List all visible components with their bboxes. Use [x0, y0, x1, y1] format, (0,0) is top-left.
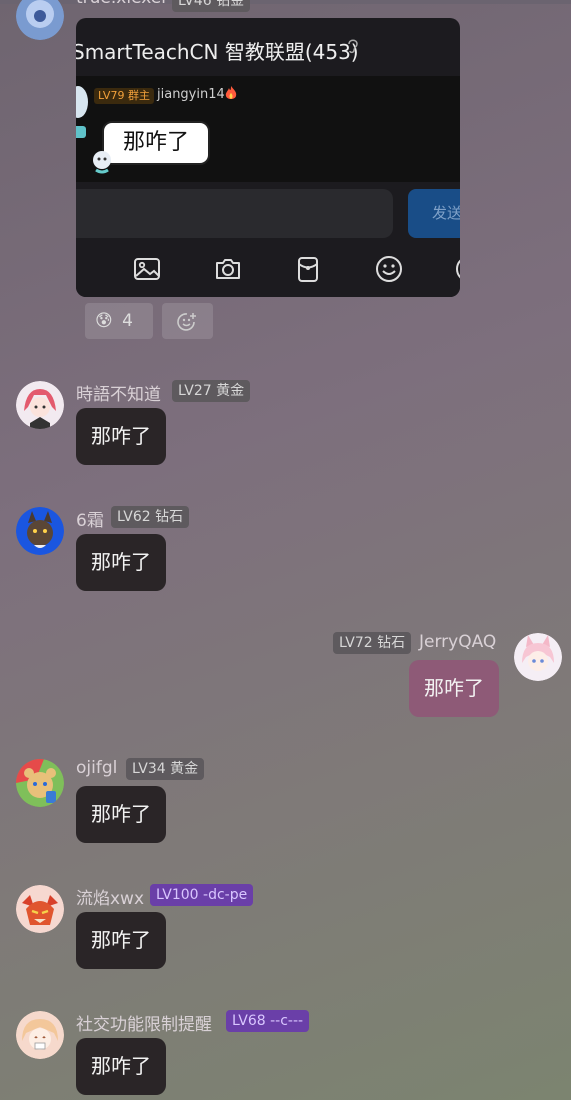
- sender-name[interactable]: 6霜: [76, 506, 104, 531]
- screenshot-send-button: 发送: [408, 189, 460, 238]
- avatar[interactable]: [16, 0, 64, 40]
- camera-icon: [213, 254, 243, 284]
- message-bubble[interactable]: 那咋了: [76, 534, 166, 591]
- reaction-count: 4: [122, 311, 133, 331]
- message-bubble[interactable]: 那咋了: [76, 786, 166, 843]
- avatar[interactable]: [514, 633, 562, 681]
- avatar[interactable]: [16, 1011, 64, 1059]
- message-bubble[interactable]: 那咋了: [76, 912, 166, 969]
- screenshot-toolbar: [76, 246, 460, 297]
- sender-name[interactable]: 流焰xwx: [76, 884, 144, 909]
- sender-name[interactable]: 時語不知道: [76, 380, 161, 405]
- screenshot-level-badge: LV79 群主: [94, 88, 154, 104]
- level-badge: LV46 铂金: [172, 0, 251, 12]
- screenshot-username: jiangyin14: [157, 87, 225, 102]
- message-bubble[interactable]: 那咋了: [76, 408, 166, 465]
- level-badge: LV72 钻石: [333, 632, 412, 654]
- level-badge: LV62 钻石: [111, 506, 190, 528]
- avatar[interactable]: [16, 885, 64, 933]
- sticker-character-icon: [76, 82, 90, 142]
- sender-name[interactable]: JerryQAQ: [419, 632, 496, 652]
- message-bubble[interactable]: 那咋了: [76, 1038, 166, 1095]
- sender-name[interactable]: ojifgl: [76, 758, 117, 778]
- avatar[interactable]: [16, 759, 64, 807]
- level-badge: LV100 -dc-pe: [150, 884, 254, 906]
- sender-name[interactable]: 社交功能限制提醒: [76, 1010, 212, 1035]
- avatar[interactable]: [16, 381, 64, 429]
- add-reaction-button[interactable]: [162, 303, 213, 339]
- sticker-doll-icon: [88, 148, 116, 176]
- ear-icon: [346, 38, 360, 58]
- message-bubble-self[interactable]: 那咋了: [409, 660, 499, 717]
- screenshot-group-title: SmartTeachCN 智教联盟(453): [76, 40, 359, 64]
- sender-name[interactable]: true.xlexer: [76, 0, 168, 8]
- image-icon: [132, 254, 162, 284]
- screenshot-image[interactable]: SmartTeachCN 智教联盟(453) LV79 群主 jiangyin1…: [76, 18, 460, 297]
- level-badge: LV27 黄金: [172, 380, 251, 402]
- anxious-face-emoji: 😰: [95, 311, 113, 331]
- screenshot-input-box: [76, 189, 393, 238]
- sticker-text: 那咋了: [102, 121, 210, 165]
- red-packet-icon: [293, 254, 323, 284]
- reaction-chip[interactable]: 😰 4: [85, 303, 153, 339]
- more-icon: [454, 254, 460, 284]
- emoji-icon: [374, 254, 404, 284]
- add-reaction-icon: [176, 310, 198, 332]
- level-badge: LV34 黄金: [126, 758, 205, 780]
- level-badge: LV68 --c---: [226, 1010, 310, 1032]
- avatar[interactable]: [16, 507, 64, 555]
- fire-icon: [224, 85, 238, 105]
